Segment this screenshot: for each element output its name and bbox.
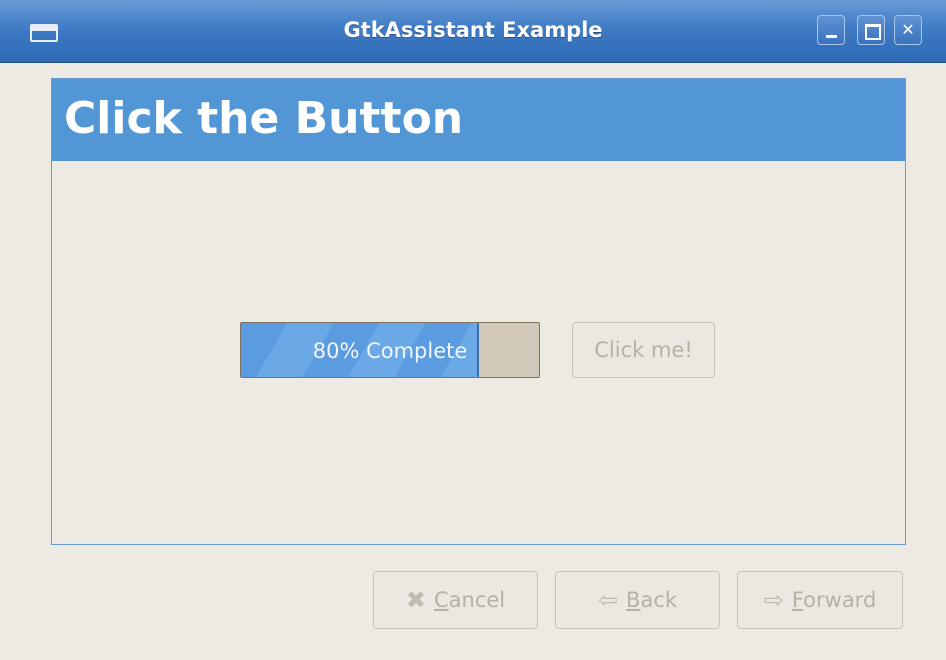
- maximize-button[interactable]: [857, 15, 885, 45]
- back-button[interactable]: ⇦ Back: [555, 571, 720, 629]
- cancel-button[interactable]: ✖ Cancel: [373, 571, 538, 629]
- page-title: Click the Button: [64, 93, 464, 144]
- assistant-page: Click the Button: [51, 78, 906, 545]
- forward-button[interactable]: ⇨ Forward: [737, 571, 903, 629]
- click-me-button[interactable]: Click me!: [572, 322, 715, 378]
- window-title: GtkAssistant Example: [343, 18, 603, 42]
- title-bar[interactable]: GtkAssistant Example: [0, 0, 946, 63]
- close-button[interactable]: [894, 15, 922, 45]
- click-me-label: Click me!: [594, 338, 693, 362]
- right-arrow-icon: ⇨: [763, 586, 784, 614]
- left-arrow-icon: ⇦: [597, 586, 619, 614]
- cancel-label: Cancel: [433, 588, 506, 612]
- progress-bar: 80% Complete: [240, 322, 540, 378]
- page-header: Click the Button: [52, 79, 905, 161]
- progress-text: 80% Complete: [312, 339, 468, 363]
- back-label: Back: [626, 588, 678, 612]
- cancel-x-icon: ✖: [405, 586, 426, 614]
- minimize-button[interactable]: [817, 15, 845, 45]
- forward-label: Forward: [791, 588, 877, 612]
